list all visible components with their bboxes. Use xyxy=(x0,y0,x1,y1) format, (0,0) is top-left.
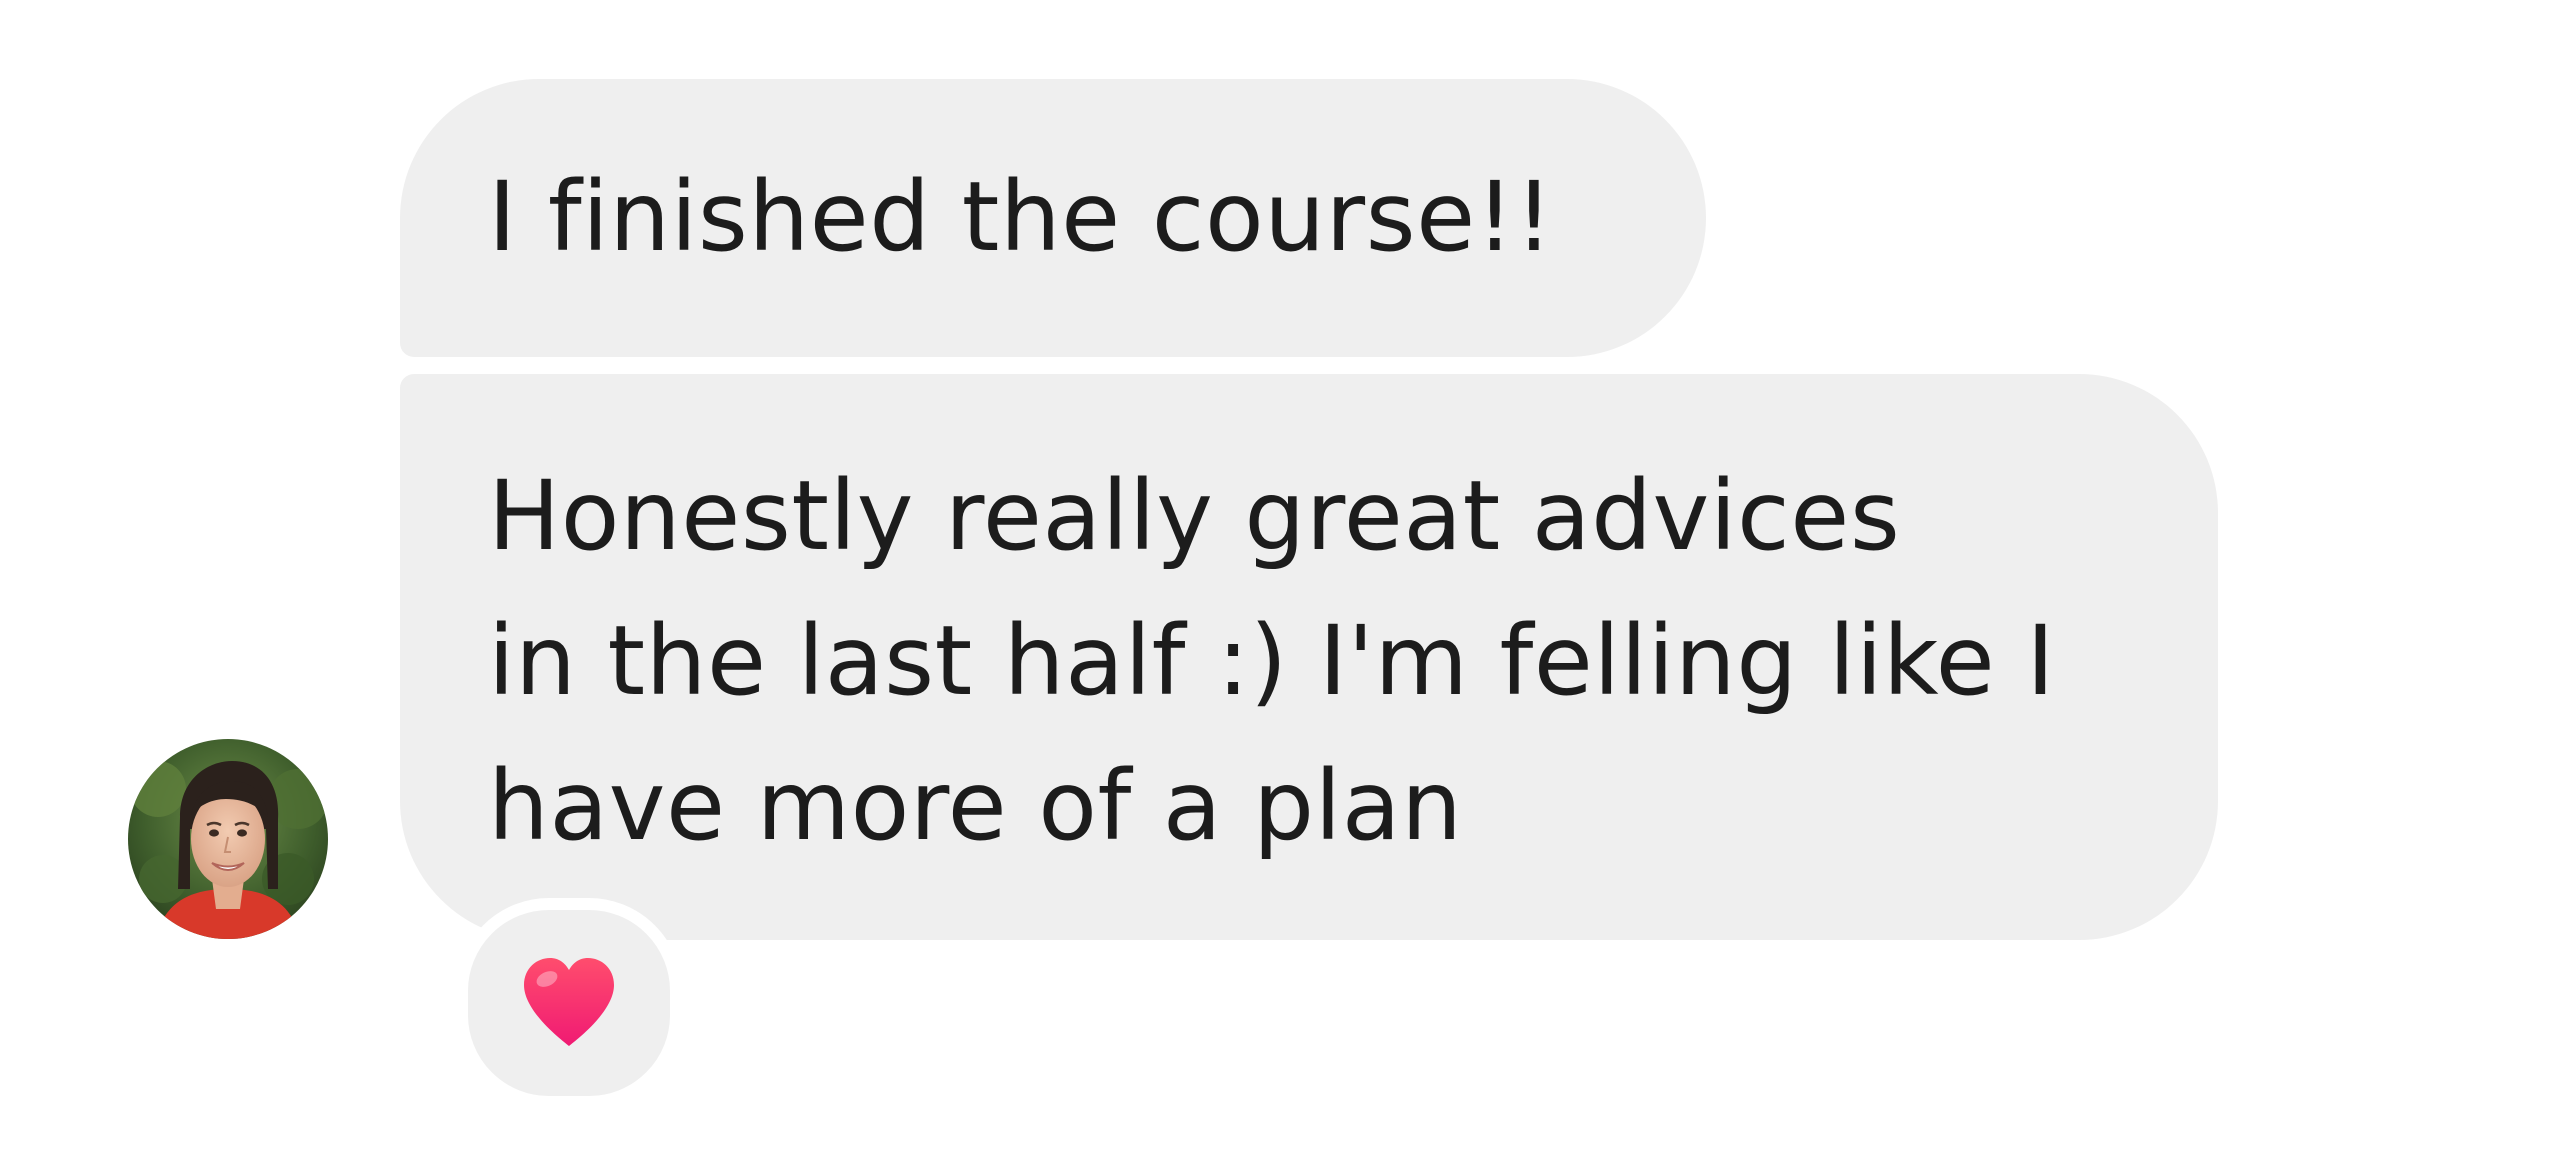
message-text-line: Honestly really great advices xyxy=(488,460,1901,572)
sender-avatar[interactable] xyxy=(128,739,328,939)
message-text-line: in the last half :) I'm felling like I xyxy=(488,605,2056,717)
message-text: I finished the course!! xyxy=(488,161,1554,273)
message-bubble[interactable]: I finished the course!! xyxy=(400,79,1706,357)
reaction-badge[interactable] xyxy=(456,898,682,1108)
message-text-line: have more of a plan xyxy=(488,750,1463,862)
person-photo-avatar-icon xyxy=(128,739,328,939)
message-bubble[interactable]: Honestly really great advices in the las… xyxy=(400,374,2218,940)
message-thread: I finished the course!! Honestly really … xyxy=(0,0,2560,1159)
message-text: Honestly really great advices in the las… xyxy=(488,444,2188,879)
red-heart-icon xyxy=(524,958,614,1046)
